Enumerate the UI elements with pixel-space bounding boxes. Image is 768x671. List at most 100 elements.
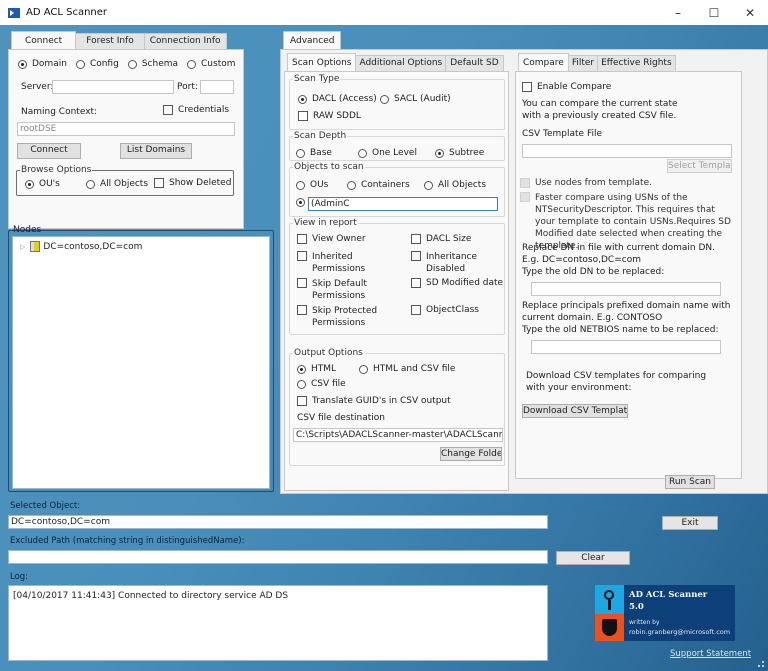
depth-base-indicator[interactable] bbox=[296, 148, 305, 158]
browse-all-objects-indicator[interactable] bbox=[86, 179, 95, 189]
maximize-button[interactable]: ☐ bbox=[696, 0, 732, 25]
tab-forest-info[interactable]: Forest Info bbox=[75, 33, 145, 49]
list-domains-button[interactable]: List Domains bbox=[120, 143, 192, 159]
enable-compare-checkbox-row[interactable]: Enable Compare bbox=[522, 82, 611, 92]
output-html-csv-indicator[interactable] bbox=[359, 364, 368, 374]
view-owner-checkbox[interactable] bbox=[297, 234, 307, 244]
output-html-csv-radio[interactable]: HTML and CSV file bbox=[359, 364, 455, 374]
naming-context-input[interactable]: rootDSE bbox=[17, 122, 235, 136]
objects-custom-indicator[interactable] bbox=[296, 198, 305, 207]
depth-subtree-radio[interactable]: Subtree bbox=[435, 148, 484, 158]
browse-all-objects-radio[interactable]: All Objects bbox=[86, 179, 148, 189]
credentials-checkbox-row[interactable]: Credentials bbox=[163, 105, 229, 115]
clear-button[interactable]: Clear bbox=[556, 551, 630, 565]
skip-default-checkbox-row[interactable]: Skip Default Permissions bbox=[297, 278, 372, 302]
connect-button[interactable]: Connect bbox=[17, 143, 81, 159]
use-nodes-checkbox-row[interactable]: Use nodes from template. bbox=[520, 178, 652, 188]
csv-dest-input[interactable]: C:\Scripts\ADACLScanner-master\ADACLScan… bbox=[293, 428, 503, 442]
custom-filter-input[interactable]: (AdminC bbox=[308, 197, 498, 211]
minimize-button[interactable]: – bbox=[660, 0, 696, 25]
translate-guid-checkbox-row[interactable]: Translate GUID's in CSV output bbox=[297, 396, 451, 406]
objects-ous-radio[interactable]: OUs bbox=[296, 180, 328, 190]
tab-compare[interactable]: Compare bbox=[518, 53, 569, 71]
dacl-size-checkbox[interactable] bbox=[411, 234, 421, 244]
faster-compare-checkbox[interactable] bbox=[520, 192, 530, 202]
show-deleted-checkbox[interactable] bbox=[154, 178, 164, 188]
radio-domain-indicator[interactable] bbox=[18, 59, 27, 69]
csv-template-input[interactable] bbox=[522, 144, 732, 158]
excluded-path-input[interactable] bbox=[8, 550, 548, 564]
radio-domain[interactable]: Domain bbox=[18, 59, 67, 69]
close-button[interactable]: ✕ bbox=[732, 0, 768, 25]
radio-config[interactable]: Config bbox=[75, 59, 119, 69]
objects-all-indicator[interactable] bbox=[424, 180, 433, 190]
radio-config-indicator[interactable] bbox=[75, 59, 85, 69]
tab-effective-rights[interactable]: Effective Rights bbox=[597, 55, 676, 71]
objectclass-checkbox[interactable] bbox=[411, 305, 421, 315]
tab-additional-options[interactable]: Additional Options bbox=[355, 55, 447, 71]
radio-custom[interactable]: Custom bbox=[187, 59, 236, 69]
sd-modified-checkbox-row[interactable]: SD Modified date bbox=[411, 278, 503, 288]
browse-ous-radio[interactable]: OU's bbox=[25, 179, 60, 189]
output-csv-radio[interactable]: CSV file bbox=[297, 379, 346, 389]
dacl-radio-indicator[interactable] bbox=[298, 94, 307, 104]
support-statement-link[interactable]: Support Statement bbox=[670, 649, 751, 659]
translate-guid-checkbox[interactable] bbox=[297, 396, 307, 406]
radio-schema-indicator[interactable] bbox=[127, 59, 137, 69]
radio-schema[interactable]: Schema bbox=[127, 59, 178, 69]
skip-protected-checkbox-row[interactable]: Skip Protected Permissions bbox=[297, 305, 382, 329]
tab-scan-options[interactable]: Scan Options bbox=[287, 53, 357, 71]
depth-one-level-indicator[interactable] bbox=[358, 148, 367, 158]
objects-containers-radio[interactable]: Containers bbox=[347, 180, 410, 190]
tab-default-sd[interactable]: Default SD bbox=[445, 55, 504, 71]
run-scan-button[interactable]: Run Scan bbox=[665, 475, 715, 489]
depth-subtree-indicator[interactable] bbox=[435, 148, 444, 158]
exit-button[interactable]: Exit bbox=[662, 516, 718, 530]
tab-advanced[interactable]: Advanced bbox=[283, 31, 342, 49]
sacl-radio[interactable]: SACL (Audit) bbox=[380, 94, 451, 104]
objects-all-radio[interactable]: All Objects bbox=[424, 180, 486, 190]
server-input[interactable] bbox=[52, 80, 174, 94]
enable-compare-checkbox[interactable] bbox=[522, 82, 532, 92]
skip-default-checkbox[interactable] bbox=[297, 278, 307, 288]
skip-protected-checkbox[interactable] bbox=[297, 305, 307, 315]
objects-ous-indicator[interactable] bbox=[296, 180, 305, 190]
use-nodes-checkbox[interactable] bbox=[520, 178, 530, 188]
objectclass-checkbox-row[interactable]: ObjectClass bbox=[411, 305, 479, 315]
replace-netbios-input[interactable] bbox=[531, 340, 721, 354]
inheritance-disabled-checkbox[interactable] bbox=[411, 251, 421, 261]
dacl-radio[interactable]: DACL (Access) bbox=[298, 94, 377, 104]
download-csv-templates-button[interactable]: Download CSV Templates bbox=[522, 404, 628, 418]
expand-arrow-icon[interactable]: ▷ bbox=[20, 243, 25, 251]
tab-filter[interactable]: Filter bbox=[567, 55, 599, 71]
tab-connect[interactable]: Connect bbox=[11, 31, 77, 49]
nodes-tree[interactable]: ▷ DC=contoso,DC=com bbox=[12, 236, 270, 489]
change-folder-button[interactable]: Change Folder bbox=[440, 447, 502, 461]
sd-modified-checkbox[interactable] bbox=[411, 278, 421, 288]
depth-one-level-radio[interactable]: One Level bbox=[358, 148, 417, 158]
radio-custom-indicator[interactable] bbox=[187, 59, 197, 69]
selected-object-input[interactable]: DC=contoso,DC=com bbox=[8, 515, 548, 529]
inherited-permissions-checkbox-row[interactable]: Inherited Permissions bbox=[297, 251, 372, 275]
raw-sddl-checkbox-row[interactable]: RAW SDDL bbox=[298, 111, 361, 121]
browse-ous-indicator[interactable] bbox=[25, 179, 34, 189]
port-input[interactable] bbox=[200, 80, 234, 94]
tree-node[interactable]: ▷ DC=contoso,DC=com bbox=[20, 241, 142, 252]
select-template-button[interactable]: Select Template bbox=[667, 159, 732, 173]
tab-connection-info[interactable]: Connection Info bbox=[143, 33, 227, 49]
inheritance-disabled-checkbox-row[interactable]: Inheritance Disabled bbox=[411, 251, 486, 275]
resize-grip-icon[interactable] bbox=[758, 661, 764, 667]
output-csv-indicator[interactable] bbox=[297, 379, 306, 389]
raw-sddl-checkbox[interactable] bbox=[298, 111, 308, 121]
credentials-checkbox[interactable] bbox=[163, 105, 173, 115]
output-html-radio[interactable]: HTML bbox=[297, 364, 336, 374]
log-box[interactable]: [04/10/2017 11:41:43] Connected to direc… bbox=[8, 585, 548, 661]
sacl-radio-indicator[interactable] bbox=[380, 94, 389, 104]
replace-dn-input[interactable] bbox=[531, 282, 721, 296]
depth-base-radio[interactable]: Base bbox=[296, 148, 332, 158]
view-owner-checkbox-row[interactable]: View Owner bbox=[297, 234, 366, 244]
inherited-permissions-checkbox[interactable] bbox=[297, 251, 307, 261]
output-html-indicator[interactable] bbox=[297, 364, 306, 374]
dacl-size-checkbox-row[interactable]: DACL Size bbox=[411, 234, 471, 244]
show-deleted-checkbox-row[interactable]: Show Deleted bbox=[154, 178, 231, 188]
